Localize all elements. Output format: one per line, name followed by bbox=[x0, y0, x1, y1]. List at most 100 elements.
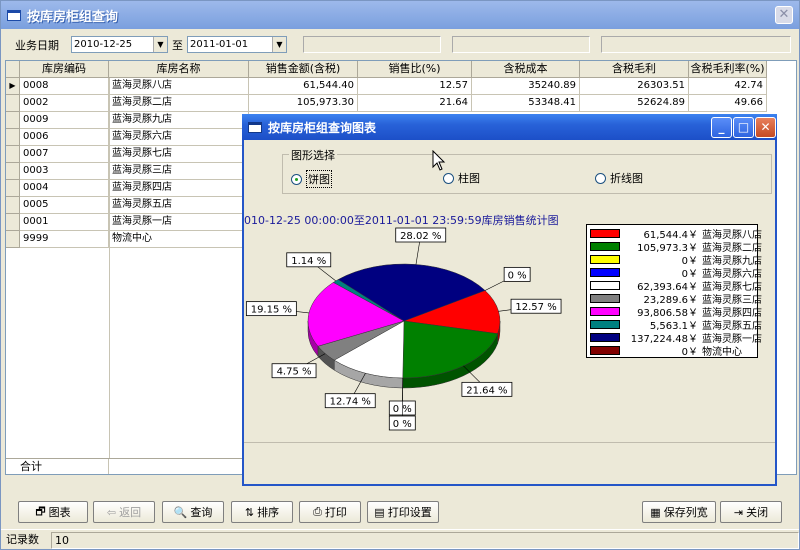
print-setup-button[interactable]: ▤ 打印设置 bbox=[367, 501, 439, 523]
column-header[interactable]: 含税成本 bbox=[472, 61, 580, 78]
legend-swatch bbox=[590, 346, 620, 355]
sort-button[interactable]: ⇅ 排序 bbox=[231, 501, 293, 523]
table-cell[interactable]: 蓝海灵豚二店 bbox=[109, 95, 249, 112]
close-button-label: 关闭 bbox=[746, 506, 769, 519]
row-indicator[interactable] bbox=[6, 112, 20, 129]
table-cell[interactable]: 蓝海灵豚六店 bbox=[109, 129, 249, 146]
table-cell[interactable]: 蓝海灵豚七店 bbox=[109, 146, 249, 163]
table-cell[interactable]: 26303.51 bbox=[580, 78, 689, 95]
table-cell[interactable]: 蓝海灵豚一店 bbox=[109, 214, 249, 231]
row-indicator[interactable] bbox=[6, 129, 20, 146]
table-cell[interactable]: 0004 bbox=[20, 180, 109, 197]
column-header[interactable]: 销售比(%) bbox=[358, 61, 472, 78]
filter-field-2[interactable] bbox=[452, 36, 590, 53]
legend-swatch bbox=[590, 294, 620, 303]
column-header[interactable]: 库房名称 bbox=[109, 61, 249, 78]
current-row-indicator-icon[interactable]: ▶ bbox=[6, 78, 20, 95]
query-button-label: 查询 bbox=[190, 506, 213, 519]
table-cell[interactable]: 蓝海灵豚五店 bbox=[109, 197, 249, 214]
radio-button[interactable] bbox=[291, 173, 302, 185]
filter-field-1[interactable] bbox=[303, 36, 441, 53]
back-arrow-icon: ⇦ bbox=[106, 505, 117, 519]
column-header[interactable]: 含税毛利率(%) bbox=[689, 61, 767, 78]
table-cell[interactable]: 53348.41 bbox=[472, 95, 580, 112]
table-cell[interactable]: 42.74 bbox=[689, 78, 767, 95]
row-indicator[interactable] bbox=[6, 95, 20, 112]
pie-label: 28.02 % bbox=[400, 231, 441, 242]
row-indicator[interactable] bbox=[6, 180, 20, 197]
chart-type-group-label: 图形选择 bbox=[289, 147, 337, 163]
row-indicator[interactable] bbox=[6, 146, 20, 163]
radio-bar[interactable]: 柱图 bbox=[443, 170, 480, 186]
legend-swatch bbox=[590, 255, 620, 264]
maximize-icon[interactable]: □ bbox=[733, 117, 754, 138]
table-cell[interactable]: 0003 bbox=[20, 163, 109, 180]
total-row: 合计 bbox=[6, 458, 249, 474]
table-cell[interactable]: 0007 bbox=[20, 146, 109, 163]
table-cell[interactable]: 蓝海灵豚九店 bbox=[109, 112, 249, 129]
minimize-icon[interactable]: _ bbox=[711, 117, 732, 138]
column-header[interactable]: 销售金额(含税) bbox=[249, 61, 358, 78]
table-cell[interactable]: 105,973.30 bbox=[249, 95, 358, 112]
filter-bar: 业务日期 2010-12-25 ▼ 至 2011-01-01 ▼ bbox=[1, 31, 799, 59]
radio-pie[interactable]: 饼图 bbox=[291, 170, 332, 188]
radio-bar-label: 柱图 bbox=[458, 172, 480, 185]
table-cell[interactable]: 49.66 bbox=[689, 95, 767, 112]
close-icon[interactable]: ✕ bbox=[775, 6, 793, 24]
dialog-title: 按库房柜组查询图表 bbox=[268, 120, 377, 135]
radio-pie-label: 饼图 bbox=[306, 170, 332, 188]
row-indicator[interactable] bbox=[6, 214, 20, 231]
table-cell[interactable]: 物流中心 bbox=[109, 231, 249, 248]
to-label: 至 bbox=[172, 39, 183, 52]
chart-button[interactable]: 🗗 图表 bbox=[18, 501, 88, 523]
table-cell[interactable]: 35240.89 bbox=[472, 78, 580, 95]
table-cell[interactable]: 52624.89 bbox=[580, 95, 689, 112]
date-from-picker[interactable]: 2010-12-25 ▼ bbox=[71, 36, 168, 53]
close-icon[interactable]: ✕ bbox=[755, 117, 776, 138]
radio-button[interactable] bbox=[595, 172, 606, 184]
radio-line[interactable]: 折线图 bbox=[595, 170, 643, 186]
legend-swatch bbox=[590, 333, 620, 342]
table-cell[interactable]: 0001 bbox=[20, 214, 109, 231]
table-cell[interactable]: 蓝海灵豚八店 bbox=[109, 78, 249, 95]
table-cell[interactable]: 12.57 bbox=[358, 78, 472, 95]
row-indicator[interactable] bbox=[6, 163, 20, 180]
exit-icon: ⇥ bbox=[733, 505, 744, 519]
chevron-down-icon[interactable]: ▼ bbox=[153, 37, 167, 52]
row-indicator[interactable] bbox=[6, 231, 20, 248]
table-cell[interactable]: 0006 bbox=[20, 129, 109, 146]
chevron-down-icon[interactable]: ▼ bbox=[272, 37, 286, 52]
column-header[interactable]: 含税毛利 bbox=[580, 61, 689, 78]
table-cell[interactable]: 9999 bbox=[20, 231, 109, 248]
column-header[interactable]: 库房编码 bbox=[20, 61, 109, 78]
back-button[interactable]: ⇦ 返回 bbox=[93, 501, 155, 523]
table-cell[interactable]: 0008 bbox=[20, 78, 109, 95]
dialog-divider bbox=[244, 442, 775, 443]
pie-label: 0 % bbox=[393, 419, 412, 430]
row-indicator[interactable] bbox=[6, 197, 20, 214]
table-cell[interactable]: 21.64 bbox=[358, 95, 472, 112]
print-button[interactable]: ⎙ 打印 bbox=[299, 501, 361, 523]
close-button[interactable]: ⇥ 关闭 bbox=[720, 501, 782, 523]
search-user-icon: 🔍 bbox=[173, 505, 188, 519]
filter-field-3[interactable] bbox=[601, 36, 791, 53]
table-cell[interactable]: 0002 bbox=[20, 95, 109, 112]
printer-icon: ⎙ bbox=[313, 505, 322, 518]
pie-label: 0 % bbox=[508, 270, 527, 281]
save-column-width-button[interactable]: ▦ 保存列宽 bbox=[642, 501, 716, 523]
radio-line-label: 折线图 bbox=[610, 172, 643, 185]
chart-legend: 61,544.4￥ 蓝海灵豚八店 105,973.3￥ 蓝海灵豚二店 0￥ 蓝海灵豚九店 0… bbox=[586, 224, 762, 358]
date-to-picker[interactable]: 2011-01-01 ▼ bbox=[187, 36, 287, 53]
radio-button[interactable] bbox=[443, 172, 454, 184]
table-cell[interactable]: 蓝海灵豚四店 bbox=[109, 180, 249, 197]
date-label: 业务日期 bbox=[15, 39, 59, 52]
table-cell[interactable]: 蓝海灵豚三店 bbox=[109, 163, 249, 180]
table-row[interactable]: ▶ 0008 蓝海灵豚八店 61,544.40 12.57 35240.89 26303.5… bbox=[6, 78, 767, 95]
table-cell[interactable]: 0009 bbox=[20, 112, 109, 129]
legend-value: 0￥ bbox=[681, 347, 698, 358]
table-row[interactable]: 0002 蓝海灵豚二店 105,973.30 21.64 53348.41 52624.8… bbox=[6, 95, 767, 112]
table-cell[interactable]: 61,544.40 bbox=[249, 78, 358, 95]
chart-type-group: 图形选择 饼图 柱图 折线图 bbox=[282, 147, 772, 194]
query-button[interactable]: 🔍 查询 bbox=[162, 501, 224, 523]
table-cell[interactable]: 0005 bbox=[20, 197, 109, 214]
